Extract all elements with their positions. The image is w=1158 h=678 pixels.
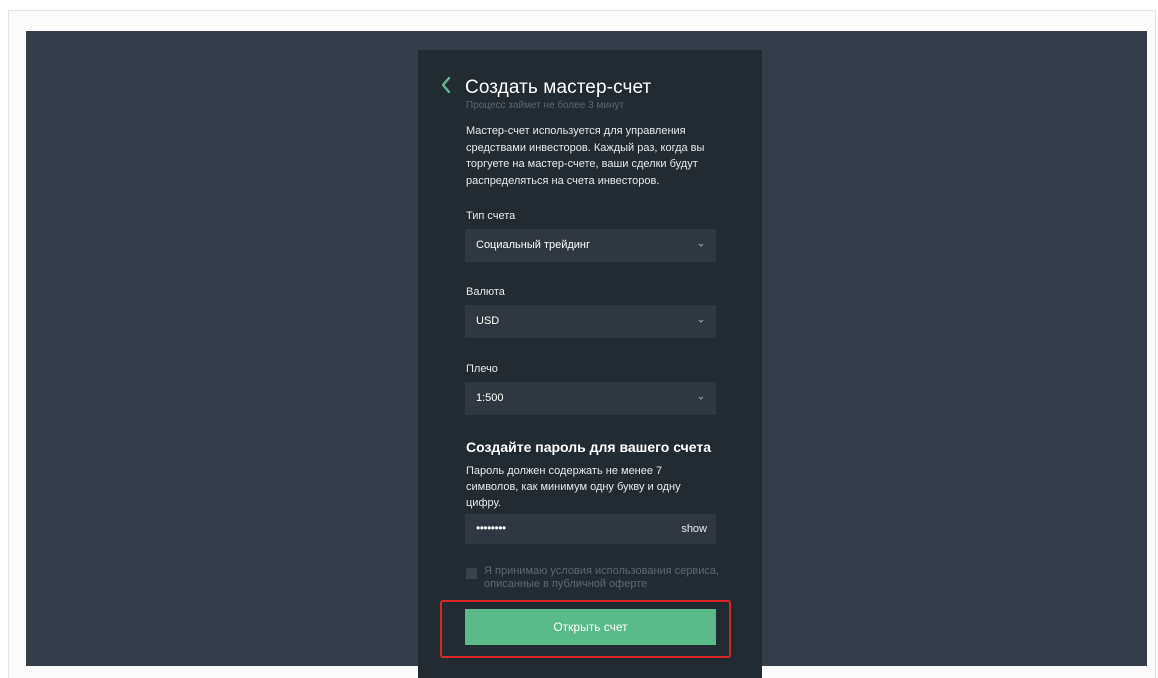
password-hint: Пароль должен содержать не менее 7 симво… <box>466 465 681 509</box>
account-type-select[interactable]: Социальный трейдинг <box>465 229 716 262</box>
back-chevron-icon[interactable] <box>440 76 454 94</box>
page-subtitle: Процесс займет не более 3 минут <box>466 100 625 111</box>
chevron-down-icon <box>698 243 704 247</box>
leverage-select[interactable]: 1:500 <box>465 382 716 415</box>
leverage-value: 1:500 <box>476 392 504 404</box>
open-account-button[interactable]: Открыть счет <box>465 609 716 645</box>
password-input[interactable]: •••••••• show <box>465 514 716 544</box>
open-account-button-label: Открыть счет <box>553 620 628 634</box>
show-password-toggle[interactable]: show <box>681 523 707 535</box>
terms-checkbox[interactable] <box>466 568 477 579</box>
chevron-down-icon <box>698 319 704 323</box>
chevron-down-icon <box>698 396 704 400</box>
currency-label: Валюта <box>466 286 505 298</box>
description-text: Мастер-счет используется для управления … <box>466 125 705 187</box>
currency-value: USD <box>476 315 500 327</box>
currency-select[interactable]: USD <box>465 305 716 338</box>
page-title: Создать мастер-счет <box>465 77 652 98</box>
terms-label[interactable]: Я принимаю условия использования сервиса… <box>484 565 724 591</box>
leverage-label: Плечо <box>466 363 498 375</box>
create-master-account-panel: Создать мастер-счет Процесс займет не бо… <box>418 50 762 678</box>
password-heading: Создайте пароль для вашего счета <box>466 439 712 455</box>
password-masked-value: •••••••• <box>476 521 506 535</box>
account-type-label: Тип счета <box>466 210 516 222</box>
account-type-value: Социальный трейдинг <box>476 239 591 251</box>
